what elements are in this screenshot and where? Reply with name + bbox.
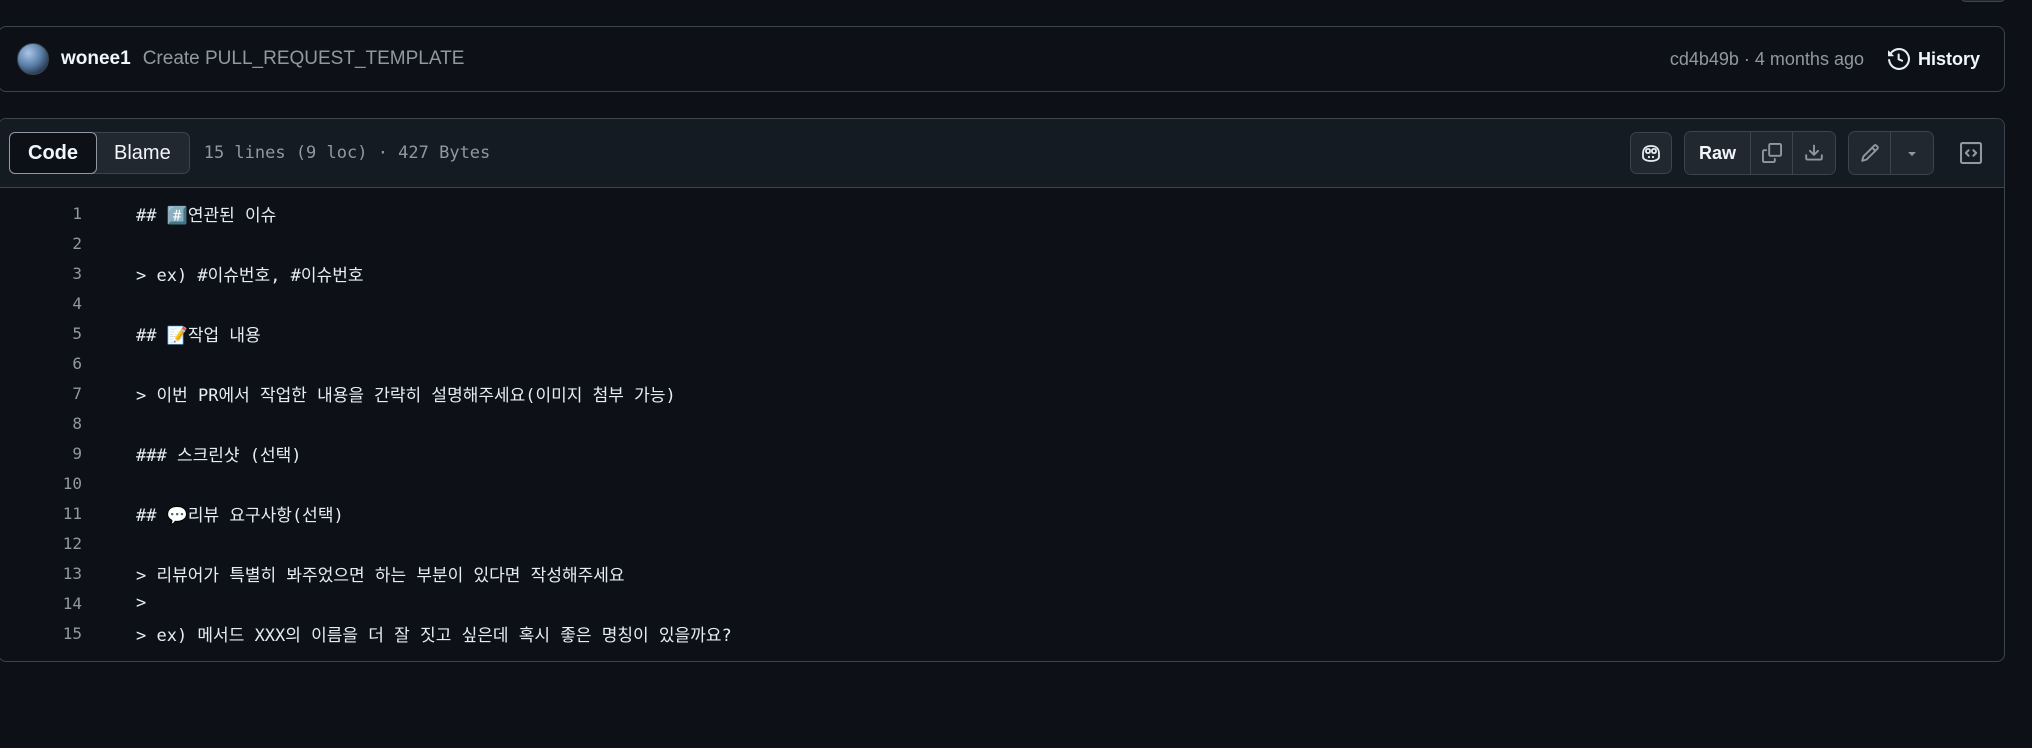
- line-number[interactable]: 13: [0, 564, 82, 583]
- file-header: Code Blame 15 lines (9 loc) · 427 Bytes …: [0, 119, 2004, 188]
- line-number[interactable]: 3: [0, 264, 82, 283]
- triangle-down-icon: [1908, 152, 1916, 156]
- download-icon: [1805, 144, 1823, 161]
- line-number[interactable]: 2: [0, 234, 82, 253]
- tab-blame[interactable]: Blame: [96, 133, 189, 173]
- code-line: 7 > 이번 PR에서 작업한 내용을 간략히 설명해주세요(이미지 첨부 가능): [0, 378, 2004, 408]
- line-content: > 리뷰어가 특별히 봐주었으면 하는 부분이 있다면 작성해주세요: [136, 565, 625, 586]
- line-number[interactable]: 10: [0, 474, 82, 493]
- edit-group: [1848, 131, 1934, 175]
- line-number[interactable]: 11: [0, 504, 82, 523]
- line-number[interactable]: 7: [0, 384, 82, 403]
- code-line: 10: [0, 468, 2004, 498]
- line-number[interactable]: 6: [0, 354, 82, 373]
- line-content: ## 📝작업 내용: [136, 325, 261, 346]
- code-square-icon: [1960, 142, 1982, 164]
- file-viewer: Code Blame 15 lines (9 loc) · 427 Bytes …: [0, 118, 2005, 662]
- commit-message[interactable]: Create PULL_REQUEST_TEMPLATE: [143, 48, 465, 70]
- line-number[interactable]: 8: [0, 414, 82, 433]
- file-toolbar: Raw: [1629, 131, 2004, 175]
- code-line: 5 ## 📝작업 내용: [0, 318, 2004, 348]
- line-content: ### 스크린샷 (선택): [136, 445, 302, 466]
- line-content: > ex) #이슈번호, #이슈번호: [136, 265, 364, 286]
- code-line: 3 > ex) #이슈번호, #이슈번호: [0, 258, 2004, 288]
- code-line: 13 > 리뷰어가 특별히 봐주었으면 하는 부분이 있다면 작성해주세요: [0, 558, 2004, 588]
- latest-commit-bar: wonee1 Create PULL_REQUEST_TEMPLATE cd4b…: [0, 26, 2005, 92]
- symbols-panel-button[interactable]: [1950, 132, 1992, 174]
- avatar[interactable]: [17, 43, 49, 75]
- line-number[interactable]: 9: [0, 444, 82, 463]
- code-line: 14 >: [0, 588, 2004, 618]
- copy-icon: [1761, 143, 1782, 163]
- code-line: 15 > ex) 메서드 XXX의 이름을 더 잘 짓고 싶은데 혹시 좋은 명칭…: [0, 618, 2004, 648]
- edit-button[interactable]: [1849, 132, 1891, 174]
- line-content: > ex) 메서드 XXX의 이름을 더 잘 짓고 싶은데 혹시 좋은 명칭이 …: [136, 625, 732, 646]
- line-content: ## 💬리뷰 요구사항(선택): [136, 505, 344, 526]
- line-content: > 이번 PR에서 작업한 내용을 간략히 설명해주세요(이미지 첨부 가능): [136, 385, 676, 406]
- line-number[interactable]: 12: [0, 534, 82, 553]
- view-toggle: Code Blame: [9, 132, 190, 174]
- code-line: 8: [0, 408, 2004, 438]
- line-number[interactable]: 4: [0, 294, 82, 313]
- download-button[interactable]: [1793, 132, 1835, 174]
- history-label: History: [1917, 48, 1980, 69]
- code-content: 1 ## #️⃣연관된 이슈 2 3 > ex) #이슈번호, #이슈번호 4 5 ## 📝작…: [0, 188, 2004, 648]
- commit-author[interactable]: wonee1: [61, 48, 131, 70]
- pencil-icon: [1860, 144, 1879, 162]
- raw-button[interactable]: Raw: [1684, 132, 1751, 174]
- copilot-button[interactable]: [1629, 132, 1672, 174]
- history-button[interactable]: History: [1887, 48, 1980, 70]
- line-content: >: [136, 593, 147, 613]
- commit-right: cd4b49b · 4 months ago History: [1670, 48, 1980, 70]
- code-line: 11 ## 💬리뷰 요구사항(선택): [0, 498, 2004, 528]
- file-info: 15 lines (9 loc) · 427 Bytes: [203, 143, 491, 163]
- code-line: 4: [0, 288, 2004, 318]
- commit-meta[interactable]: cd4b49b · 4 months ago: [1670, 49, 1864, 70]
- copilot-icon: [1642, 145, 1660, 162]
- code-line: 9 ### 스크린샷 (선택): [0, 438, 2004, 468]
- tab-code[interactable]: Code: [9, 132, 97, 174]
- line-content: ## #️⃣연관된 이슈: [136, 205, 277, 226]
- copy-button[interactable]: [1751, 132, 1793, 174]
- top-button-edge: [1960, 0, 2006, 2]
- line-number[interactable]: 14: [0, 594, 82, 613]
- raw-copy-download-group: Raw: [1683, 131, 1836, 175]
- history-icon: [1887, 48, 1910, 70]
- code-line: 12: [0, 528, 2004, 558]
- line-number[interactable]: 5: [0, 324, 82, 343]
- line-number[interactable]: 15: [0, 624, 82, 643]
- line-number[interactable]: 1: [0, 204, 82, 223]
- code-line: 6: [0, 348, 2004, 378]
- code-line: 2: [0, 228, 2004, 258]
- code-line: 1 ## #️⃣연관된 이슈: [0, 198, 2004, 228]
- edit-dropdown-button[interactable]: [1891, 132, 1933, 174]
